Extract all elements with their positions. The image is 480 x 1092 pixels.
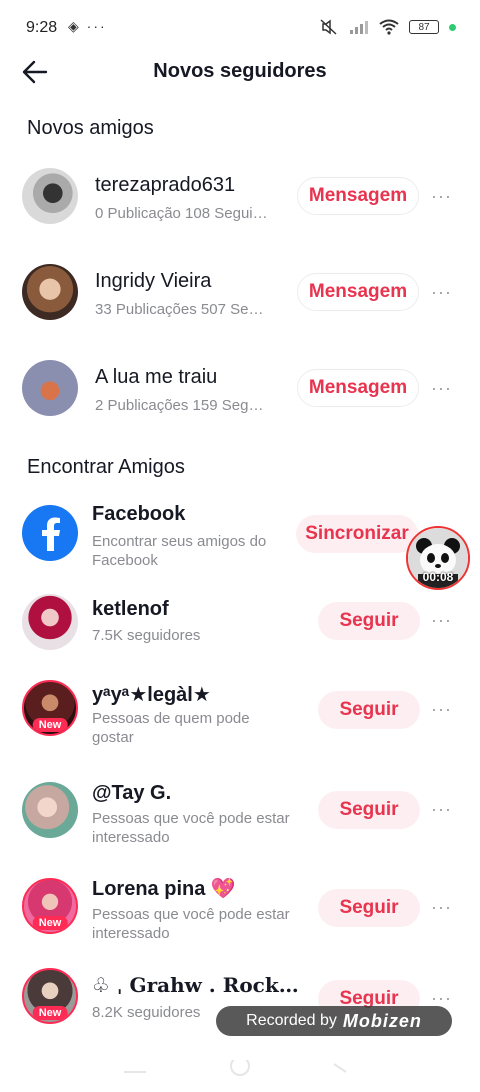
more-options-icon[interactable]: ··· (431, 282, 452, 303)
recording-text: Recorded by (246, 1012, 337, 1029)
section-title-find-friends: Encontrar Amigos (27, 456, 185, 478)
message-button[interactable]: Mensagem (297, 273, 419, 311)
facebook-logo-icon (22, 505, 78, 561)
sync-button[interactable]: Sincronizar (296, 515, 418, 553)
wifi-icon (379, 19, 399, 35)
follow-button[interactable]: Seguir (318, 691, 420, 729)
system-navigation-bar (0, 1056, 480, 1092)
avatar[interactable] (22, 360, 78, 416)
list-item[interactable]: A lua me traiu 2 Publicações 159 Seg… Me… (0, 358, 480, 418)
mute-icon (320, 19, 337, 35)
user-name[interactable]: ♧ ˌ 𝐆𝐫𝐚𝐡𝐰 . 𝐑𝐨𝐜𝐤… (92, 973, 299, 997)
page-title: Novos seguidores (153, 60, 327, 82)
list-item[interactable]: Ingridy Vieira 33 Publicações 507 Se… Me… (0, 262, 480, 322)
recording-watermark: Recorded by Mobizen (216, 1006, 452, 1036)
follow-button[interactable]: Seguir (318, 791, 420, 829)
message-button[interactable]: Mensagem (297, 177, 419, 215)
follow-button[interactable]: Seguir (318, 889, 420, 927)
signal-icon (350, 21, 368, 34)
header: Novos seguidores (0, 50, 480, 96)
avatar[interactable] (22, 264, 78, 320)
more-options-icon[interactable]: ··· (431, 378, 452, 399)
user-stats: 0 Publicação 108 Segui… (95, 205, 268, 222)
follow-button[interactable]: Seguir (318, 602, 420, 640)
user-reason: Pessoas de quem pode gostar (92, 710, 250, 746)
avatar[interactable] (22, 168, 78, 224)
notification-icons: ◈ ··· (68, 18, 107, 34)
battery-icon: 87 (409, 20, 439, 34)
more-options-icon[interactable]: ··· (431, 610, 452, 631)
new-badge: New (32, 1006, 68, 1020)
avatar[interactable]: New (22, 968, 78, 1024)
user-reason: Pessoas que você pode estar interessado (92, 906, 290, 942)
privacy-indicator-dot (449, 23, 456, 31)
status-bar: 9:28 ◈ ··· 87 (0, 0, 480, 56)
user-stats: 33 Publicações 507 Se… (95, 301, 264, 318)
list-item[interactable]: @Tay G. Pessoas que você pode estar inte… (0, 780, 480, 846)
user-reason: Pessoas que você pode estar interessado (92, 810, 290, 846)
user-name[interactable]: Lorena pina 💖 (92, 876, 236, 901)
facebook-title: Facebook (92, 503, 186, 525)
avatar[interactable] (22, 594, 78, 650)
list-item[interactable]: ketlenof 7.5K seguidores Seguir ··· (0, 592, 480, 652)
facebook-description: Encontrar seus amigos do Facebook (92, 533, 267, 569)
message-button[interactable]: Mensagem (297, 369, 419, 407)
user-followers: 7.5K seguidores (92, 627, 201, 644)
new-badge: New (32, 718, 68, 732)
user-name[interactable]: yᵃyᵃ★legàl★ (92, 682, 211, 707)
user-name[interactable]: terezaprado631 (95, 174, 235, 197)
user-name[interactable]: Ingridy Vieira (95, 270, 211, 293)
more-options-icon[interactable]: ··· (431, 897, 452, 918)
status-right-icons: 87 (319, 18, 456, 36)
user-name[interactable]: ketlenof (92, 598, 169, 621)
user-stats: 2 Publicações 159 Seg… (95, 397, 264, 414)
new-badge: New (32, 916, 68, 930)
list-item[interactable]: New Lorena pina 💖 Pessoas que você pode … (0, 876, 480, 942)
avatar[interactable]: New (22, 680, 78, 736)
floating-video-bubble[interactable]: 00:08 (406, 526, 470, 590)
avatar[interactable] (22, 782, 78, 838)
status-time: 9:28 (26, 19, 58, 36)
user-followers: 8.2K seguidores (92, 1004, 201, 1021)
list-item[interactable]: New yᵃyᵃ★legàl★ Pessoas de quem pode gos… (0, 680, 480, 746)
user-name[interactable]: @Tay G. (92, 782, 171, 805)
list-item[interactable]: terezaprado631 0 Publicação 108 Segui… M… (0, 166, 480, 226)
recording-brand: Mobizen (342, 1010, 422, 1031)
video-timer: 00:08 (422, 570, 454, 584)
section-title-new-friends: Novos amigos (27, 117, 154, 139)
user-name[interactable]: A lua me traiu (95, 366, 217, 389)
more-options-icon[interactable]: ··· (431, 186, 452, 207)
more-options-icon[interactable]: ··· (431, 799, 452, 820)
avatar[interactable]: New (22, 878, 78, 934)
more-options-icon[interactable]: ··· (431, 699, 452, 720)
